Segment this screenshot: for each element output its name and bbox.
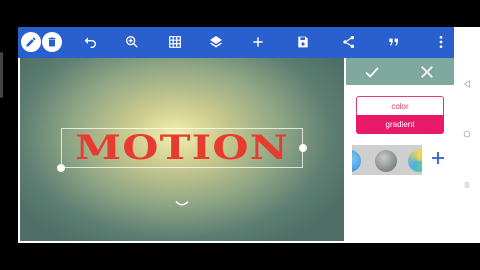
color-mode-option[interactable]: color: [356, 96, 444, 115]
save-icon: [298, 36, 308, 48]
add-icon: [253, 37, 263, 47]
resize-handle-right[interactable]: [299, 144, 307, 152]
grid-icon: [169, 36, 181, 48]
home-button[interactable]: [462, 129, 472, 139]
panel-header: [346, 58, 454, 85]
zoom-in-icon: [125, 36, 138, 48]
gradient-swatch-list[interactable]: [352, 145, 422, 175]
style-panel: color gradient: [346, 58, 454, 243]
pencil-button[interactable]: [21, 32, 41, 52]
recents-icon: [464, 182, 470, 188]
gradient-mode-option[interactable]: gradient: [356, 115, 444, 134]
plus-icon: [432, 152, 444, 164]
layers-icon: [210, 36, 222, 48]
top-toolbar: [18, 27, 454, 58]
trash-icon: [48, 37, 56, 47]
share-button[interactable]: [338, 31, 360, 53]
undo-icon: [84, 37, 96, 48]
quote-icon: [389, 38, 398, 46]
delete-button[interactable]: [42, 32, 62, 52]
add-layer-button[interactable]: [247, 31, 269, 53]
text-layer-box[interactable]: MOTION: [57, 128, 307, 172]
editing-canvas[interactable]: MOTION: [20, 58, 344, 241]
resize-handle-bottom-left[interactable]: [57, 164, 65, 172]
more-icon: [439, 36, 443, 48]
undo-button[interactable]: [79, 31, 101, 53]
zoom-in-button[interactable]: [121, 31, 143, 53]
layers-button[interactable]: [205, 31, 227, 53]
more-options-button[interactable]: [430, 31, 452, 53]
side-indicator: [0, 52, 3, 98]
device-frame: MOTION color gradient: [0, 0, 480, 270]
share-icon: [343, 36, 354, 48]
pencil-icon: [26, 37, 36, 47]
check-icon: [365, 67, 379, 78]
save-button[interactable]: [292, 31, 314, 53]
quote-button[interactable]: [383, 31, 405, 53]
rotate-handle-icon[interactable]: [175, 200, 189, 208]
recents-button[interactable]: [462, 180, 472, 190]
back-button[interactable]: [462, 79, 472, 89]
gradient-swatch-gray[interactable]: [375, 150, 397, 172]
confirm-button[interactable]: [361, 61, 383, 83]
close-button[interactable]: [416, 61, 438, 83]
close-icon: [421, 66, 433, 78]
add-swatch-button[interactable]: [428, 148, 448, 168]
system-navigation-bar: [454, 27, 480, 243]
text-layer[interactable]: MOTION: [36, 130, 329, 166]
gradient-swatch-blue[interactable]: [352, 150, 361, 172]
home-icon: [463, 130, 471, 138]
app-screen: MOTION color gradient: [18, 27, 454, 243]
grid-button[interactable]: [164, 31, 186, 53]
gradient-swatch-rainbow[interactable]: [408, 150, 422, 172]
back-icon: [463, 80, 470, 88]
